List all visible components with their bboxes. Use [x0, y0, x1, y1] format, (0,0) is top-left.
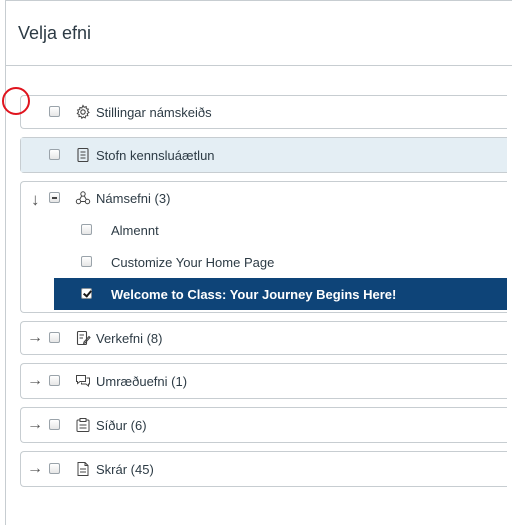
discussion-icon [75, 373, 91, 389]
files-icon [75, 461, 91, 477]
item-assignments: → Verkefni (8) [20, 321, 507, 355]
dialog-title: Velja efni [18, 22, 92, 43]
item-pages: → Síður (6) [20, 407, 507, 443]
item-discussions: → Umræðuefni (1) [20, 363, 507, 399]
label-customize-home-page: Customize Your Home Page [111, 255, 275, 270]
item-course-settings: Stillingar námskeiðs [20, 95, 507, 129]
checkbox-files[interactable] [49, 463, 60, 474]
label-modules: Námsefni (3) [96, 191, 171, 206]
item-files: → Skrár (45) [20, 451, 507, 487]
checkbox-syllabus[interactable] [49, 149, 60, 160]
list-item-almennt: Almennt [21, 214, 507, 246]
label-pages: Síður (6) [96, 418, 147, 433]
checkbox-almennt[interactable] [81, 224, 92, 235]
assignment-icon [75, 330, 91, 346]
label-files: Skrár (45) [96, 462, 154, 477]
checkbox-pages[interactable] [49, 419, 60, 430]
item-modules: ↓ Námsefni (3) Almennt Customize Your Ho… [20, 181, 507, 313]
label-welcome-to-class: Welcome to Class: Your Journey Begins He… [111, 287, 397, 302]
expand-arrow-icon[interactable]: → [27, 417, 43, 433]
syllabus-icon [75, 147, 91, 163]
content-list: Stillingar námskeiðs Stofn kennsluáætlun… [20, 95, 507, 495]
checkbox-welcome-to-class[interactable] [81, 288, 92, 299]
expand-arrow-icon[interactable]: → [27, 330, 43, 346]
expand-arrow-icon[interactable]: → [27, 373, 43, 389]
item-syllabus: Stofn kennsluáætlun [20, 137, 507, 173]
checkbox-discussions[interactable] [49, 375, 60, 386]
checkbox-modules[interactable] [49, 192, 60, 203]
checkbox-customize-home-page[interactable] [81, 256, 92, 267]
label-almennt: Almennt [111, 223, 159, 238]
pages-icon [75, 417, 91, 433]
checkbox-course-settings[interactable] [49, 106, 60, 117]
list-item-customize-home-page: Customize Your Home Page [21, 246, 507, 278]
checkbox-assignments[interactable] [49, 332, 60, 343]
label-assignments: Verkefni (8) [96, 331, 163, 346]
label-course-settings: Stillingar námskeiðs [96, 105, 212, 120]
gear-icon [75, 104, 91, 120]
expand-arrow-icon[interactable]: → [27, 461, 43, 477]
modules-icon [75, 190, 91, 206]
label-syllabus: Stofn kennsluáætlun [96, 148, 215, 163]
list-item-welcome-to-class[interactable]: Welcome to Class: Your Journey Begins He… [54, 278, 507, 310]
collapse-arrow-icon[interactable]: ↓ [31, 191, 40, 208]
dialog-header: Velja efni [6, 1, 512, 66]
label-discussions: Umræðuefni (1) [96, 374, 188, 389]
